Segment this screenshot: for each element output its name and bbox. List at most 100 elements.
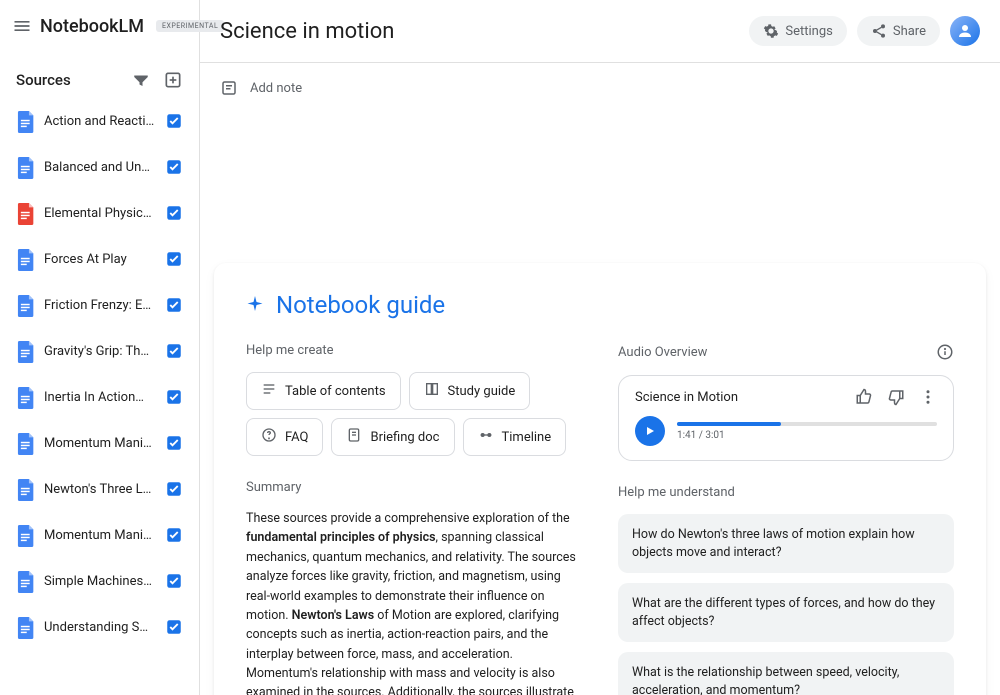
note-icon xyxy=(220,79,238,97)
checkbox-checked-icon[interactable] xyxy=(165,526,183,544)
thumbs-down-icon[interactable] xyxy=(887,388,905,406)
source-label: Gravity's Grip: The Force… xyxy=(44,344,155,359)
source-label: Balanced and Unbalance… xyxy=(44,160,155,175)
hamburger-icon xyxy=(12,16,32,36)
spark-icon xyxy=(246,296,264,314)
checkbox-checked-icon[interactable] xyxy=(165,572,183,590)
chip-label: Briefing doc xyxy=(370,430,439,445)
chip-table-of-contents[interactable]: Table of contents xyxy=(246,372,401,410)
sources-heading-row: Sources xyxy=(0,52,199,98)
checkbox-checked-icon[interactable] xyxy=(165,112,183,130)
source-item[interactable]: Momentum Mania: Inves… xyxy=(0,512,199,558)
chip-label: Table of contents xyxy=(285,384,386,399)
gear-icon xyxy=(763,23,779,39)
chip-study-guide[interactable]: Study guide xyxy=(409,372,531,410)
gdoc-icon xyxy=(16,156,34,178)
checkbox-checked-icon[interactable] xyxy=(165,480,183,498)
summary-text: These sources provide a comprehensive ex… xyxy=(246,509,582,695)
avatar[interactable] xyxy=(950,16,980,46)
question-chip[interactable]: What are the different types of forces, … xyxy=(618,583,954,642)
play-button[interactable] xyxy=(635,416,665,446)
toc-icon xyxy=(261,381,277,401)
share-icon xyxy=(871,23,887,39)
chip-timeline[interactable]: Timeline xyxy=(463,418,567,456)
question-chip[interactable]: How do Newton's three laws of motion exp… xyxy=(618,514,954,573)
content-area: Notebook guide Help me create Table of c… xyxy=(200,113,1000,695)
source-item[interactable]: Newton's Three Laws… xyxy=(0,466,199,512)
audio-card: Science in Motion xyxy=(618,375,954,461)
source-item[interactable]: Friction Frenzy: Explorin… xyxy=(0,282,199,328)
sidebar: NotebookLM EXPERIMENTAL Sources Action a… xyxy=(0,0,200,695)
settings-button[interactable]: Settings xyxy=(749,16,846,46)
gdoc-icon xyxy=(16,248,34,270)
audio-time: 1:41 / 3:01 xyxy=(677,430,937,441)
source-item[interactable]: Inertia In Action… xyxy=(0,374,199,420)
filter-button[interactable] xyxy=(131,70,151,90)
source-item[interactable]: Elemental Physics, Third… xyxy=(0,190,199,236)
topbar: Science in motion Settings Share xyxy=(200,0,1000,63)
add-source-button[interactable] xyxy=(163,70,183,90)
checkbox-checked-icon[interactable] xyxy=(165,388,183,406)
thumbs-up-icon[interactable] xyxy=(855,388,873,406)
doc-icon xyxy=(346,427,362,447)
page-title: Science in motion xyxy=(220,19,394,44)
chip-label: Study guide xyxy=(448,384,516,399)
main: Science in motion Settings Share Add not… xyxy=(200,0,1000,695)
source-label: Elemental Physics, Third… xyxy=(44,206,155,221)
source-item[interactable]: Forces At Play xyxy=(0,236,199,282)
checkbox-checked-icon[interactable] xyxy=(165,296,183,314)
gdoc-icon xyxy=(16,340,34,362)
book-icon xyxy=(424,381,440,401)
gdoc-icon xyxy=(16,294,34,316)
source-item[interactable]: Balanced and Unbalance… xyxy=(0,144,199,190)
menu-button[interactable] xyxy=(12,14,32,38)
source-label: Inertia In Action… xyxy=(44,390,155,405)
info-icon[interactable] xyxy=(936,343,954,361)
gdoc-icon xyxy=(16,386,34,408)
share-button[interactable]: Share xyxy=(857,16,940,46)
play-icon xyxy=(644,425,656,437)
timeline-icon xyxy=(478,427,494,447)
checkbox-checked-icon[interactable] xyxy=(165,250,183,268)
source-label: Newton's Three Laws… xyxy=(44,482,155,497)
source-label: Momentum Mania: Inves… xyxy=(44,528,155,543)
checkbox-checked-icon[interactable] xyxy=(165,342,183,360)
gdoc-icon xyxy=(16,432,34,454)
source-label: Action and Reaction xyxy=(44,114,155,129)
source-item[interactable]: Momentum Mania: Inves… xyxy=(0,420,199,466)
audio-progress-bar[interactable] xyxy=(677,422,937,426)
source-item[interactable]: Simple Machines Make… xyxy=(0,558,199,604)
source-item[interactable]: Understanding Speed, Ve… xyxy=(0,604,199,650)
checkbox-checked-icon[interactable] xyxy=(165,434,183,452)
pdf-icon xyxy=(16,202,34,224)
more-icon[interactable] xyxy=(919,388,937,406)
checkbox-checked-icon[interactable] xyxy=(165,204,183,222)
notebook-guide-card: Notebook guide Help me create Table of c… xyxy=(214,263,986,695)
checkbox-checked-icon[interactable] xyxy=(165,618,183,636)
app-logo: NotebookLM xyxy=(40,16,144,37)
source-item[interactable]: Gravity's Grip: The Force… xyxy=(0,328,199,374)
help-understand-label: Help me understand xyxy=(618,485,954,500)
gdoc-icon xyxy=(16,110,34,132)
add-note-row[interactable]: Add note xyxy=(200,63,1000,113)
help-create-label: Help me create xyxy=(246,343,582,358)
summary-label: Summary xyxy=(246,480,582,495)
gdoc-icon xyxy=(16,524,34,546)
source-item[interactable]: Action and Reaction xyxy=(0,98,199,144)
chip-label: Timeline xyxy=(502,430,552,445)
source-label: Forces At Play xyxy=(44,252,155,267)
gdoc-icon xyxy=(16,478,34,500)
source-label: Momentum Mania: Inves… xyxy=(44,436,155,451)
chip-label: FAQ xyxy=(285,430,308,445)
chips-row: Table of contents Study guide FAQ Briefing … xyxy=(246,372,582,456)
user-icon xyxy=(956,22,974,40)
source-list: Action and Reaction Balanced and Unbalan… xyxy=(0,98,199,695)
chip-faq[interactable]: FAQ xyxy=(246,418,323,456)
add-note-label: Add note xyxy=(250,81,302,96)
sidebar-header: NotebookLM EXPERIMENTAL xyxy=(0,0,199,52)
question-chip[interactable]: What is the relationship between speed, … xyxy=(618,652,954,695)
source-label: Understanding Speed, Ve… xyxy=(44,620,155,635)
chip-briefing-doc[interactable]: Briefing doc xyxy=(331,418,454,456)
guide-title: Notebook guide xyxy=(276,291,445,319)
checkbox-checked-icon[interactable] xyxy=(165,158,183,176)
